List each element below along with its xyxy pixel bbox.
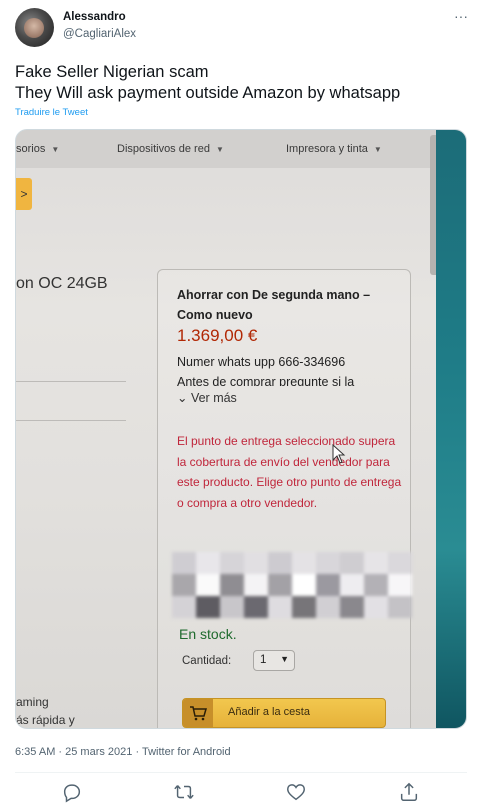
tweet-timestamp[interactable]: 6:35 AM · 25 mars 2021 · Twitter for And… xyxy=(15,746,231,758)
photo-quantity-label: Cantidad: xyxy=(182,655,232,667)
photo-add-to-cart-label: Añadir a la cesta xyxy=(228,706,310,718)
photo-nav-item: Dispositivos de red ▼ xyxy=(117,143,224,155)
author-display-name[interactable]: Alessandro xyxy=(63,11,126,23)
tweet-text-line: Fake Seller Nigerian scam xyxy=(15,63,209,81)
photo-nav-item: sorios ▼ xyxy=(16,143,60,155)
photo-censored-area xyxy=(172,552,412,618)
photo-buy-box: Ahorrar con De segunda mano – Como nuevo… xyxy=(157,269,412,728)
photo-divider xyxy=(16,420,126,421)
tweet-actions xyxy=(0,778,480,806)
tweet: Alessandro @CagliariAlex ··· Fake Seller… xyxy=(0,0,480,806)
tweet-photo[interactable]: sorios ▼ Dispositivos de red ▼ Impresora y… xyxy=(15,129,467,729)
cart-icon xyxy=(183,699,213,727)
photo-amazon-screen: sorios ▼ Dispositivos de red ▼ Impresora y… xyxy=(16,130,440,728)
photo-nav-item: Impresora y tinta ▼ xyxy=(286,143,382,155)
mouse-cursor-icon xyxy=(332,444,346,464)
tweet-divider xyxy=(15,772,467,773)
photo-note-line: Antes de comprar pregunte si la xyxy=(177,375,355,386)
photo-nav-bar: sorios ▼ Dispositivos de red ▼ Impresora y… xyxy=(16,130,436,168)
photo-delivery-warning: El punto de entrega seleccionado supera … xyxy=(177,434,402,510)
author-handle[interactable]: @CagliariAlex xyxy=(63,28,136,40)
photo-product-title: on OC 24GB xyxy=(16,275,108,292)
retweet-icon[interactable] xyxy=(173,781,195,803)
photo-seller-note: Numer whats upp 666-334696 Antes de comp… xyxy=(177,352,402,386)
translate-tweet-link[interactable]: Traduire le Tweet xyxy=(15,107,88,118)
photo-note-line: Numer whats upp 666-334696 xyxy=(177,355,346,369)
share-icon[interactable] xyxy=(398,781,420,803)
photo-stock-status: En stock. xyxy=(179,626,237,642)
photo-offer-title: Ahorrar con De segunda mano – Como nuevo xyxy=(177,288,371,322)
like-icon[interactable] xyxy=(285,781,307,803)
photo-yellow-button: > xyxy=(16,178,32,210)
photo-divider xyxy=(16,381,126,382)
tweet-text-line: They Will ask payment outside Amazon by … xyxy=(15,84,401,102)
more-options-icon[interactable]: ··· xyxy=(451,6,471,26)
photo-left-text: aming ás rápida y xyxy=(16,695,75,727)
photo-background-edge xyxy=(436,130,466,728)
photo-quantity-select: 1 ▼ xyxy=(253,650,295,671)
reply-icon[interactable] xyxy=(61,781,83,803)
photo-price: 1.369,00 € xyxy=(177,326,258,345)
tweet-text: Fake Seller Nigerian scam They Will ask … xyxy=(15,62,470,104)
avatar[interactable] xyxy=(15,8,54,47)
photo-add-to-cart-button: Añadir a la cesta xyxy=(182,698,386,728)
photo-ver-mas: ⌄ Ver más xyxy=(177,391,237,405)
